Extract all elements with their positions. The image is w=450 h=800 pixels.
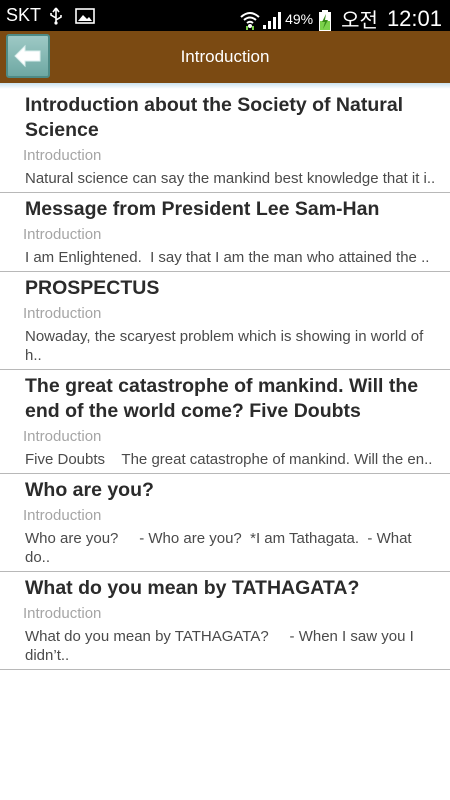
list-item[interactable]: Introduction about the Society of Natura…	[0, 89, 450, 193]
item-category: Introduction	[23, 226, 102, 243]
list-item[interactable]: PROSPECTUS Introduction Nowaday, the sca…	[0, 272, 450, 370]
item-title: PROSPECTUS	[25, 277, 160, 299]
image-icon	[75, 7, 95, 25]
item-snippet: Nowaday, the scaryest problem which is s…	[25, 328, 428, 364]
list-item[interactable]: Message from President Lee Sam-Han Intro…	[0, 193, 450, 272]
status-bar: SKT 49% 오전 12:01	[0, 0, 450, 32]
back-arrow-icon	[14, 44, 41, 68]
back-button[interactable]	[6, 34, 50, 78]
list-item[interactable]: Who are you? Introduction Who are you? -…	[0, 474, 450, 572]
item-category: Introduction	[23, 147, 102, 164]
list-item[interactable]: The great catastrophe of mankind. Will t…	[0, 370, 450, 474]
item-category: Introduction	[23, 605, 102, 622]
list-item[interactable]: What do you mean by TATHAGATA? Introduct…	[0, 572, 450, 670]
battery-percent: 49%	[285, 10, 314, 27]
battery-icon	[318, 9, 336, 31]
carrier-label: SKT	[6, 5, 42, 25]
item-title: Message from President Lee Sam-Han	[25, 198, 380, 220]
item-snippet: Natural science can say the mankind best…	[25, 170, 436, 187]
item-snippet: I am Enlightened. I say that I am the ma…	[25, 249, 430, 266]
item-category: Introduction	[23, 507, 102, 524]
usb-icon	[49, 7, 67, 25]
item-title: What do you mean by TATHAGATA?	[25, 577, 360, 599]
app-header: Introduction	[0, 31, 450, 84]
page-title: Introduction	[180, 47, 270, 66]
item-title: Who are you?	[25, 479, 154, 501]
item-snippet: Who are you? - Who are you? *I am Tathag…	[25, 530, 416, 566]
ampm-label: 오전	[341, 10, 378, 32]
article-list: Introduction about the Society of Natura…	[0, 89, 450, 670]
wifi-icon	[239, 10, 260, 30]
item-snippet: What do you mean by TATHAGATA? - When I …	[25, 628, 418, 664]
item-snippet: Five Doubts The great catastrophe of man…	[25, 451, 433, 468]
signal-icon	[262, 10, 282, 29]
item-title: Introduction about the Society of Natura…	[25, 94, 404, 141]
item-category: Introduction	[23, 305, 102, 322]
item-category: Introduction	[23, 428, 102, 445]
clock-time: 12:01	[386, 5, 442, 31]
item-title: The great catastrophe of mankind. Will t…	[25, 375, 419, 422]
